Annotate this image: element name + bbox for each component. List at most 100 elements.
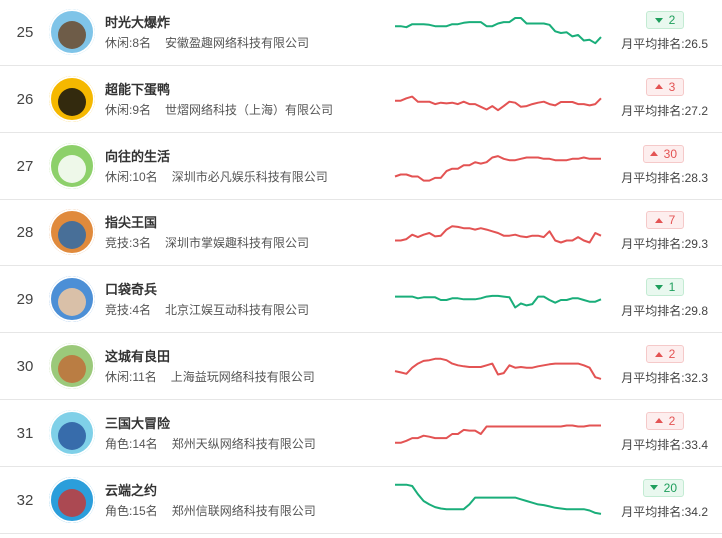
rank-change-value: 1 <box>668 280 676 295</box>
game-meta: 休闲:10名 深圳市必凡娱乐科技有限公司 <box>105 168 328 185</box>
monthly-average-rank: 月平均排名:26.5 <box>621 37 708 51</box>
rank-change-value: 30 <box>663 146 677 161</box>
arrow-up-icon <box>654 84 663 90</box>
category-rank: 竞技:4名 <box>105 303 152 318</box>
rank-change-badge: 7 <box>646 211 684 230</box>
rank-change-badge: 2 <box>646 345 684 363</box>
rank-change-value: 2 <box>668 347 676 361</box>
rank-change-badge: 30 <box>642 144 684 163</box>
monthly-average-rank: 月平均排名:28.3 <box>621 170 708 185</box>
game-meta: 角色:14名 郑州天纵网络科技有限公司 <box>105 435 316 452</box>
rank-number: 31 <box>16 424 34 442</box>
rank-change-value: 2 <box>668 13 676 27</box>
company-name: 世熠网络科技（上海）有限公司 <box>165 102 334 117</box>
category-rank: 休闲:9名 <box>105 102 152 117</box>
game-icon[interactable] <box>49 209 95 256</box>
game-row[interactable]: 30 这城有良田休闲:11名 上海益玩网络科技有限公司 2 月平均排名:32.3 <box>0 334 722 400</box>
trend-sparkline <box>395 225 602 244</box>
category-rank: 休闲:11名 <box>105 370 157 384</box>
game-name[interactable]: 三国大冒险 <box>105 413 170 432</box>
rank-change-badge: 3 <box>646 77 684 96</box>
trend-line <box>395 17 602 45</box>
game-row[interactable]: 29 口袋奇兵竞技:4名 北京江娱互动科技有限公司 1 月平均排名:29.8 <box>0 267 722 334</box>
rank-change-badge: 20 <box>642 478 684 497</box>
game-name[interactable]: 云端之约 <box>105 480 157 499</box>
company-name: 深圳市掌娱趣科技有限公司 <box>165 236 310 251</box>
game-icon[interactable] <box>49 476 95 523</box>
trend-line <box>394 357 602 380</box>
monthly-average-rank: 月平均排名:33.4 <box>621 437 708 452</box>
rank-change-badge: 2 <box>646 11 684 29</box>
rank-number: 25 <box>16 24 34 41</box>
monthly-average-rank: 月平均排名:32.3 <box>621 371 708 385</box>
category-rank: 角色:14名 <box>105 436 158 451</box>
category-rank: 竞技:3名 <box>105 236 152 251</box>
trend-line <box>395 483 602 515</box>
game-name[interactable]: 指尖王国 <box>105 212 157 231</box>
category-rank: 休闲:8名 <box>105 36 152 50</box>
rank-number: 29 <box>16 291 34 309</box>
trend-sparkline <box>395 483 602 515</box>
trend-line <box>395 295 602 309</box>
rank-number: 27 <box>16 157 34 175</box>
game-icon[interactable] <box>49 9 95 55</box>
game-row[interactable]: 26 超能下蛋鸭休闲:9名 世熠网络科技（上海）有限公司 3 月平均排名:27.2 <box>0 67 722 133</box>
arrow-up-icon <box>654 351 663 357</box>
game-name[interactable]: 时光大爆炸 <box>105 12 170 31</box>
game-row[interactable]: 25 时光大爆炸休闲:8名 安徽盈趣网络科技有限公司 2 月平均排名:26.5 <box>0 0 722 66</box>
company-name: 郑州信联网络科技有限公司 <box>171 503 316 518</box>
company-name: 深圳市必凡娱乐科技有限公司 <box>171 169 328 184</box>
game-name[interactable]: 向往的生活 <box>105 146 170 165</box>
arrow-down-icon <box>654 284 663 290</box>
trend-sparkline <box>394 357 602 380</box>
game-icon[interactable] <box>49 75 95 122</box>
trend-sparkline <box>395 424 601 444</box>
rank-number: 30 <box>16 358 34 375</box>
monthly-average-rank: 月平均排名:29.3 <box>621 237 708 252</box>
game-name[interactable]: 这城有良田 <box>105 346 170 365</box>
trend-line <box>395 225 602 244</box>
rank-number: 32 <box>16 491 34 509</box>
game-meta: 角色:15名 郑州信联网络科技有限公司 <box>105 502 316 519</box>
game-icon[interactable] <box>49 276 95 323</box>
trend-line <box>395 95 602 111</box>
game-meta: 休闲:11名 上海益玩网络科技有限公司 <box>105 368 315 385</box>
monthly-average-rank: 月平均排名:34.2 <box>621 504 708 519</box>
game-row[interactable]: 31 三国大冒险角色:14名 郑州天纵网络科技有限公司 2 月平均排名:33.4 <box>0 401 722 467</box>
game-icon[interactable] <box>49 343 95 389</box>
game-row[interactable]: 32 云端之约角色:15名 郑州信联网络科技有限公司 20 月平均排名:34.2 <box>0 468 722 534</box>
trend-line <box>394 154 601 182</box>
company-name: 安徽盈趣网络科技有限公司 <box>165 36 310 50</box>
rank-change-value: 3 <box>668 79 676 94</box>
arrow-up-icon <box>649 151 658 157</box>
arrow-down-icon <box>649 485 658 491</box>
game-icon[interactable] <box>49 409 95 456</box>
game-icon[interactable] <box>49 142 95 189</box>
rank-number: 26 <box>16 90 34 108</box>
company-name: 郑州天纵网络科技有限公司 <box>171 436 316 451</box>
rank-change-badge: 1 <box>646 278 684 297</box>
monthly-average-rank: 月平均排名:29.8 <box>621 304 708 319</box>
category-rank: 休闲:10名 <box>105 169 158 184</box>
rank-change-value: 2 <box>668 413 676 428</box>
rank-change-value: 7 <box>668 213 676 228</box>
game-meta: 竞技:4名 北京江娱互动科技有限公司 <box>105 301 309 318</box>
game-meta: 休闲:8名 安徽盈趣网络科技有限公司 <box>105 34 309 51</box>
game-meta: 休闲:9名 世熠网络科技（上海）有限公司 <box>105 101 333 118</box>
game-row[interactable]: 27 向往的生活休闲:10名 深圳市必凡娱乐科技有限公司 30 月平均排名:28.3 <box>0 134 722 200</box>
trend-line <box>395 424 601 444</box>
rank-number: 28 <box>16 224 34 242</box>
arrow-down-icon <box>654 17 663 23</box>
rank-change-value: 20 <box>663 480 677 495</box>
company-name: 上海益玩网络科技有限公司 <box>170 370 315 384</box>
trend-sparkline <box>395 295 602 309</box>
arrow-up-icon <box>654 418 663 424</box>
game-meta: 竞技:3名 深圳市掌娱趣科技有限公司 <box>105 234 309 251</box>
game-name[interactable]: 超能下蛋鸭 <box>105 79 170 98</box>
trend-sparkline <box>394 154 601 182</box>
game-row[interactable]: 28 指尖王国竞技:3名 深圳市掌娱趣科技有限公司 7 月平均排名:29.3 <box>0 200 722 267</box>
trend-sparkline <box>395 95 602 111</box>
monthly-average-rank: 月平均排名:27.2 <box>621 103 708 118</box>
trend-sparkline <box>395 17 602 45</box>
game-name[interactable]: 口袋奇兵 <box>105 279 157 298</box>
